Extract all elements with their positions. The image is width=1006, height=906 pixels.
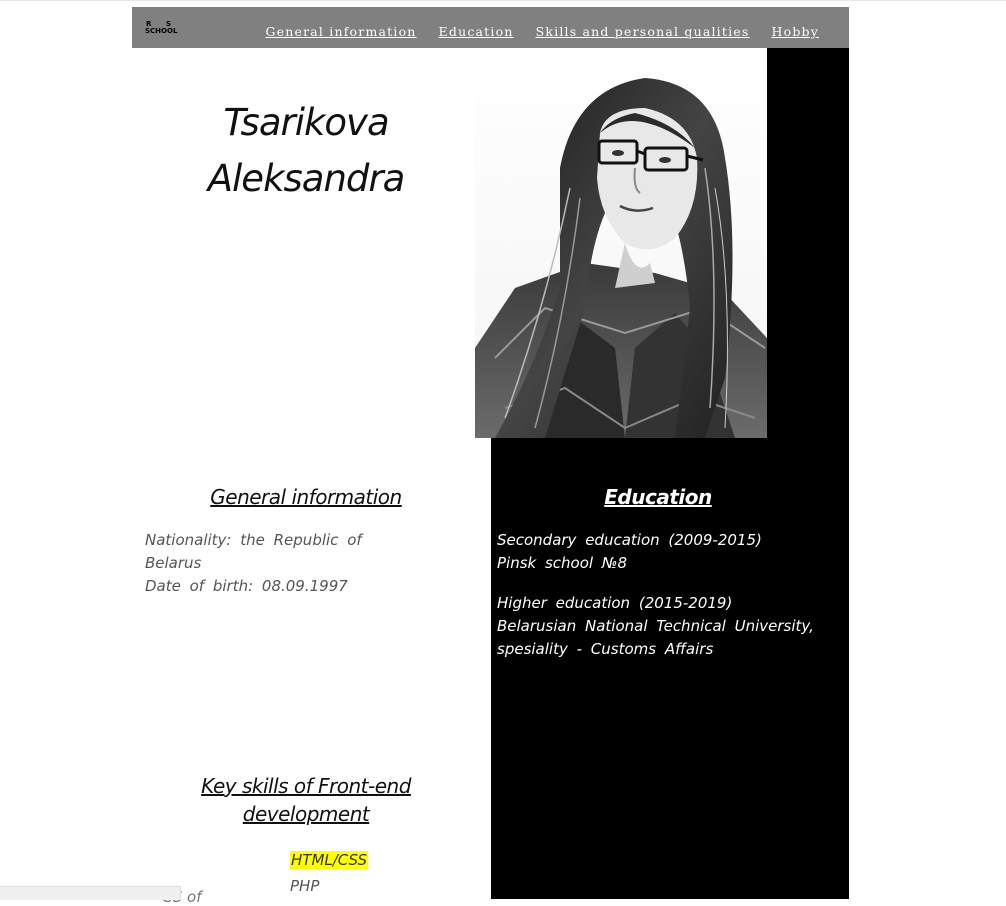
nav-link-education[interactable]: Education <box>439 24 514 39</box>
rs-school-logo[interactable]: R S SCHOOL <box>145 20 189 38</box>
university-line: Belarusian National Technical University… <box>497 617 814 658</box>
profile-photo <box>475 48 767 438</box>
nav-links: General information Education Skills and… <box>265 24 819 39</box>
name-line-2: Aleksandra <box>207 157 406 200</box>
nationality-text: Nationality: the Republic of Belarus <box>145 531 362 572</box>
secondary-school-line: Pinsk school №8 <box>497 554 627 572</box>
skill-item-html-css: HTML/CSS <box>290 851 369 869</box>
education-heading: Education <box>604 485 712 509</box>
higher-education-line: Higher education (2015-2019) <box>497 594 733 612</box>
logo-school: SCHOOL <box>145 27 178 35</box>
top-nav: R S SCHOOL General information Education… <box>132 7 849 48</box>
resume-page: R S SCHOOL General information Education… <box>132 7 849 906</box>
right-black-strip <box>767 48 849 448</box>
nav-link-skills[interactable]: Skills and personal qualities <box>536 24 750 39</box>
skills-list: HTML/CSS PHP <box>290 847 369 899</box>
nav-link-hobby[interactable]: Hobby <box>772 24 820 39</box>
general-information-heading: General information <box>210 485 402 509</box>
person-name: Tsarikova Aleksandra <box>172 95 440 207</box>
secondary-education-line: Secondary education (2009-2015) <box>497 531 762 549</box>
profile-photo-illustration <box>475 48 767 438</box>
nav-link-general-information[interactable]: General information <box>265 24 416 39</box>
date-of-birth-text: Date of birth: 08.09.1997 <box>145 577 348 595</box>
name-line-1: Tsarikova <box>223 101 389 144</box>
key-skills-heading: Key skills of Front-end development <box>201 774 411 826</box>
browser-top-border <box>0 0 1006 1</box>
skill-item-php: PHP <box>290 877 320 895</box>
education-text: Secondary education (2009-2015) Pinsk sc… <box>497 529 817 678</box>
horizontal-scrollbar[interactable] <box>0 886 181 900</box>
general-information-text: Nationality: the Republic of Belarus Dat… <box>145 529 415 598</box>
